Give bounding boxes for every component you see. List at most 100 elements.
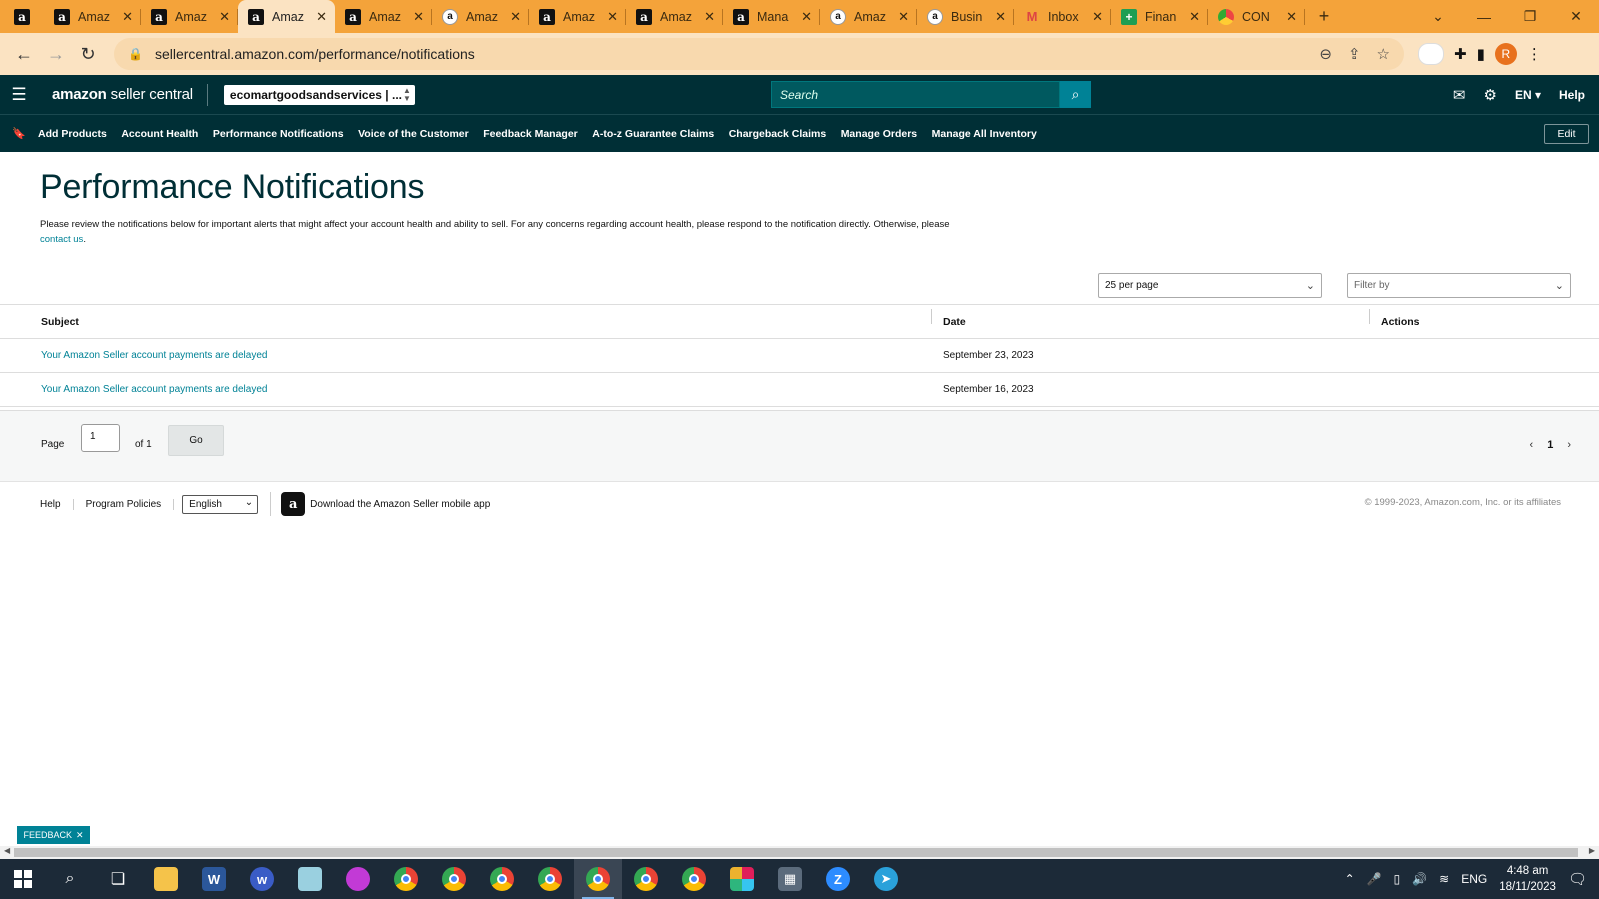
back-button[interactable]: ← <box>8 38 40 70</box>
filter-select[interactable]: Filter by ⌄ <box>1347 273 1571 298</box>
search-input[interactable]: Search <box>771 81 1060 108</box>
notification-subject-link[interactable]: Your Amazon Seller account payments are … <box>0 350 931 361</box>
battery-icon[interactable]: ▯ <box>1394 872 1401 886</box>
close-tab-icon[interactable]: ✕ <box>704 9 715 25</box>
help-link[interactable]: Help <box>1559 88 1585 102</box>
hamburger-menu-icon[interactable]: ☰ <box>0 85 38 105</box>
browser-tab-active[interactable]: a Amaz ✕ <box>238 0 335 33</box>
footer-language-select[interactable]: English ⌄ <box>182 494 259 514</box>
chrome-icon[interactable] <box>670 859 718 899</box>
bookmark-icon[interactable]: 🔖 <box>0 127 38 140</box>
close-icon[interactable]: ✕ <box>76 830 84 841</box>
profile-avatar[interactable]: R <box>1494 43 1517 65</box>
close-tab-icon[interactable]: ✕ <box>607 9 618 25</box>
minimize-icon[interactable]: — <box>1461 0 1507 33</box>
close-window-icon[interactable]: ✕ <box>1553 0 1599 33</box>
browser-tab[interactable]: a Amaz ✕ <box>335 0 432 33</box>
feedback-button[interactable]: FEEDBACK ✕ <box>17 826 90 844</box>
slack-icon[interactable] <box>718 859 766 899</box>
close-tab-icon[interactable]: ✕ <box>219 9 230 25</box>
share-icon[interactable]: ⇪ <box>1348 45 1361 63</box>
nav-chargeback-claims[interactable]: Chargeback Claims <box>729 128 826 140</box>
calculator-icon[interactable]: ▦ <box>766 859 814 899</box>
browser-tab[interactable]: a Amaz ✕ <box>141 0 238 33</box>
windows-start-icon[interactable] <box>0 870 46 888</box>
notes-icon[interactable] <box>286 859 334 899</box>
nav-voice-of-customer[interactable]: Voice of the Customer <box>358 128 469 140</box>
nav-manage-inventory[interactable]: Manage All Inventory <box>932 128 1037 140</box>
close-tab-icon[interactable]: ✕ <box>1189 9 1200 25</box>
tray-chevron-icon[interactable]: ⌃ <box>1345 872 1355 886</box>
nav-feedback-manager[interactable]: Feedback Manager <box>483 128 578 140</box>
address-bar[interactable]: 🔒 sellercentral.amazon.com/performance/n… <box>114 38 1404 70</box>
zoom-app-icon[interactable]: Z <box>814 859 862 899</box>
close-tab-icon[interactable]: ✕ <box>801 9 812 25</box>
account-switcher[interactable]: ecomartgoodsandservices | ... ▲ ▼ <box>223 84 415 105</box>
close-tab-icon[interactable]: ✕ <box>316 9 327 25</box>
clock[interactable]: 4:48 am 18/11/2023 <box>1499 863 1556 895</box>
footer-help-link[interactable]: Help <box>0 498 74 510</box>
contact-us-link[interactable]: contact us <box>40 234 83 245</box>
scrollbar-thumb[interactable] <box>14 848 1578 857</box>
chrome-icon[interactable] <box>478 859 526 899</box>
side-panel-icon[interactable]: ▮ <box>1477 45 1485 63</box>
browser-tab[interactable]: + Finan ✕ <box>1111 0 1208 33</box>
browser-tab[interactable]: a Amaz ✕ <box>626 0 723 33</box>
current-page[interactable]: 1 <box>1547 439 1553 451</box>
nav-account-health[interactable]: Account Health <box>121 128 198 140</box>
browser-tab[interactable]: a Amaz ✕ <box>529 0 626 33</box>
tab-search-icon[interactable]: ⌄ <box>1415 0 1461 33</box>
browser-tab[interactable]: CON ✕ <box>1208 0 1305 33</box>
messenger-icon[interactable] <box>334 859 382 899</box>
scroll-left-icon[interactable]: ◀ <box>4 846 10 855</box>
wps-icon[interactable]: w <box>238 859 286 899</box>
chrome-icon[interactable] <box>526 859 574 899</box>
nav-a-to-z-claims[interactable]: A-to-z Guarantee Claims <box>592 128 714 140</box>
restore-icon[interactable]: ❐ <box>1507 0 1553 33</box>
nav-add-products[interactable]: Add Products <box>38 128 107 140</box>
word-icon[interactable]: W <box>190 859 238 899</box>
input-language[interactable]: ENG <box>1461 872 1487 886</box>
language-selector[interactable]: EN ▾ <box>1515 88 1541 102</box>
close-tab-icon[interactable]: ✕ <box>995 9 1006 25</box>
browser-tab[interactable]: a Amaz ✕ <box>432 0 529 33</box>
close-tab-icon[interactable]: ✕ <box>898 9 909 25</box>
chrome-icon[interactable] <box>622 859 670 899</box>
chrome-icon[interactable] <box>382 859 430 899</box>
chevron-right-icon[interactable]: › <box>1567 439 1571 451</box>
task-view-icon[interactable]: ❏ <box>94 859 142 899</box>
nav-performance-notifications[interactable]: Performance Notifications <box>213 128 344 140</box>
browser-tab[interactable]: a Mana ✕ <box>723 0 820 33</box>
close-tab-icon[interactable]: ✕ <box>122 9 133 25</box>
bookmark-star-icon[interactable]: ☆ <box>1377 45 1390 63</box>
new-tab-button[interactable]: + <box>1305 0 1343 33</box>
mail-icon[interactable]: ✉ <box>1453 86 1466 104</box>
footer-policies-link[interactable]: Program Policies <box>74 498 175 510</box>
wifi-icon[interactable]: ≋ <box>1439 872 1449 886</box>
chrome-icon[interactable] <box>574 859 622 899</box>
forward-button[interactable]: → <box>40 38 72 70</box>
notification-subject-link[interactable]: Your Amazon Seller account payments are … <box>0 384 931 395</box>
per-page-select[interactable]: 25 per page ⌄ <box>1098 273 1322 298</box>
extension-icon[interactable] <box>1418 43 1444 65</box>
zoom-icon[interactable]: ⊖ <box>1319 45 1332 63</box>
close-tab-icon[interactable]: ✕ <box>413 9 424 25</box>
browser-tab[interactable]: a Amaz ✕ <box>44 0 141 33</box>
chrome-icon[interactable] <box>430 859 478 899</box>
edit-nav-button[interactable]: Edit <box>1544 123 1589 144</box>
menu-icon[interactable]: ⋮ <box>1527 45 1542 63</box>
browser-tab[interactable]: a Amaz ✕ <box>820 0 917 33</box>
puzzle-icon[interactable]: ✚ <box>1454 45 1467 63</box>
nav-manage-orders[interactable]: Manage Orders <box>841 128 917 140</box>
page-number-input[interactable]: 1 <box>81 424 120 452</box>
close-tab-icon[interactable]: ✕ <box>1286 9 1297 25</box>
horizontal-scrollbar[interactable]: ◀ ▶ <box>0 846 1599 859</box>
seller-central-logo[interactable]: amazon seller central <box>38 83 208 106</box>
gear-icon[interactable]: ⚙ <box>1484 86 1497 104</box>
telegram-icon[interactable]: ➤ <box>862 859 910 899</box>
column-subject[interactable]: Subject <box>0 316 931 328</box>
browser-tab[interactable]: M Inbox ✕ <box>1014 0 1111 33</box>
reload-button[interactable]: ↻ <box>72 38 104 70</box>
chevron-left-icon[interactable]: ‹ <box>1530 439 1534 451</box>
browser-tab[interactable]: a <box>0 0 44 33</box>
